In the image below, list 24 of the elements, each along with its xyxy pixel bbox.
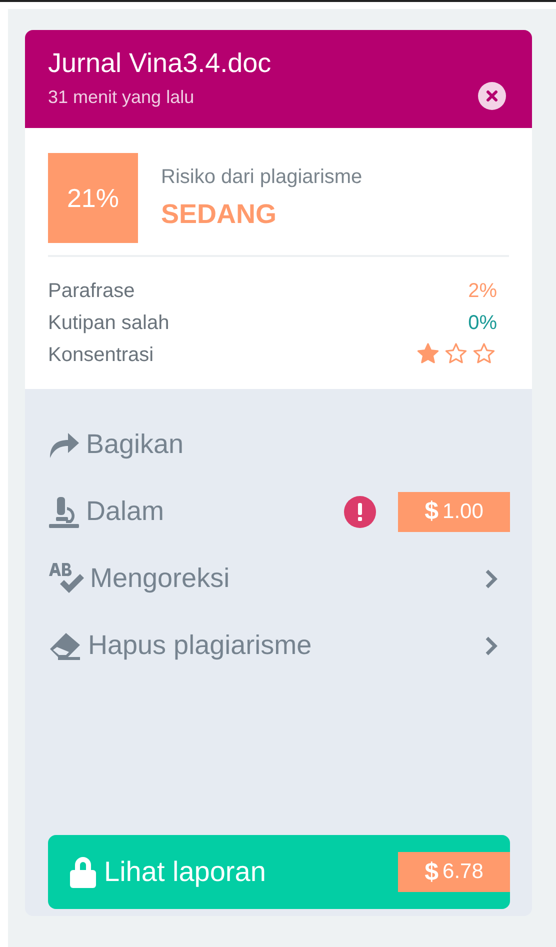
document-time: 31 menit yang lalu — [48, 87, 196, 108]
price-tag: $ 6.78 — [398, 852, 510, 892]
metric-name: Konsentrasi — [48, 344, 154, 366]
risk-label: Risiko dari plagiarisme — [161, 166, 362, 189]
eraser-icon — [48, 630, 82, 660]
microscope-icon — [48, 494, 80, 528]
metric-name: Parafrase — [48, 280, 135, 302]
spellcheck-icon — [48, 562, 84, 596]
price-tag: $ 1.00 — [398, 492, 510, 532]
view-report-button[interactable]: Lihat laporan $ 6.78 — [48, 835, 510, 909]
metric-name: Kutipan salah — [48, 312, 170, 334]
close-button[interactable] — [478, 82, 506, 110]
document-title: Jurnal Vina3.4.doc — [48, 48, 272, 79]
menu-item[interactable]: Dalam — [48, 494, 164, 528]
risk-score: 21% — [48, 153, 138, 243]
chevron-right-icon — [484, 568, 498, 590]
close-icon — [486, 90, 498, 102]
metric-value: 2% — [468, 280, 497, 302]
menu-item[interactable]: Mengoreksi — [48, 562, 230, 596]
chevron-right-icon — [484, 634, 498, 656]
menu-item[interactable]: Hapus plagiarisme — [48, 630, 312, 661]
menu-item[interactable]: Bagikan — [48, 429, 184, 460]
metric-value: 0% — [468, 312, 497, 334]
risk-level: SEDANG — [161, 199, 278, 230]
